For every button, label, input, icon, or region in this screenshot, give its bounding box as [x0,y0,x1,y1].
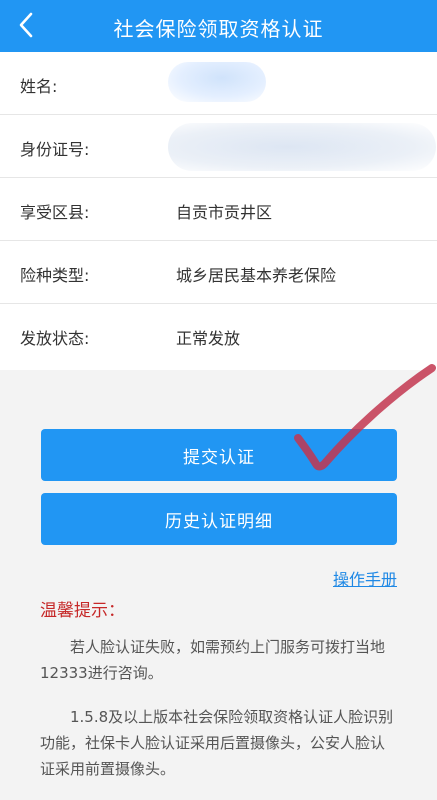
tip-paragraph-1: 若人脸认证失败，如需预约上门服务可拨打当地12333进行咨询。 [40,638,386,682]
submit-certification-button[interactable]: 提交认证 [41,429,397,481]
insurance-type-label: 险种类型: [20,266,90,285]
row-district: 享受区县: 自贡市贡井区 [0,178,437,241]
tips-title: 温馨提示： [40,601,125,621]
redacted-id-number [168,123,436,171]
name-label: 姓名: [20,77,58,96]
row-name: 姓名: [0,52,437,115]
operation-manual-link[interactable]: 操作手册 [333,566,397,590]
info-panel: 姓名: 身份证号: 享受区县: 自贡市贡井区 险种类型: 城乡居民基本养老保险 … [0,52,437,370]
id-number-label: 身份证号: [20,140,90,159]
page-title: 社会保险领取资格认证 [113,17,324,41]
tip-paragraph-2: 1.5.8及以上版本社会保险领取资格认证人脸识别功能，社保卡人脸认证采用后置摄像… [40,708,394,778]
history-details-button[interactable]: 历史认证明细 [41,493,397,545]
app-header: 社会保险领取资格认证 [0,0,437,52]
insurance-type-value: 城乡居民基本养老保险 [176,266,337,285]
payment-status-value: 正常发放 [176,329,241,348]
district-label: 享受区县: [20,203,90,222]
row-payment-status: 发放状态: 正常发放 [0,304,437,366]
redacted-name [168,62,266,102]
district-value: 自贡市贡井区 [176,203,273,222]
payment-status-label: 发放状态: [20,329,90,348]
row-insurance-type: 险种类型: 城乡居民基本养老保险 [0,241,437,304]
row-id-number: 身份证号: [0,115,437,178]
